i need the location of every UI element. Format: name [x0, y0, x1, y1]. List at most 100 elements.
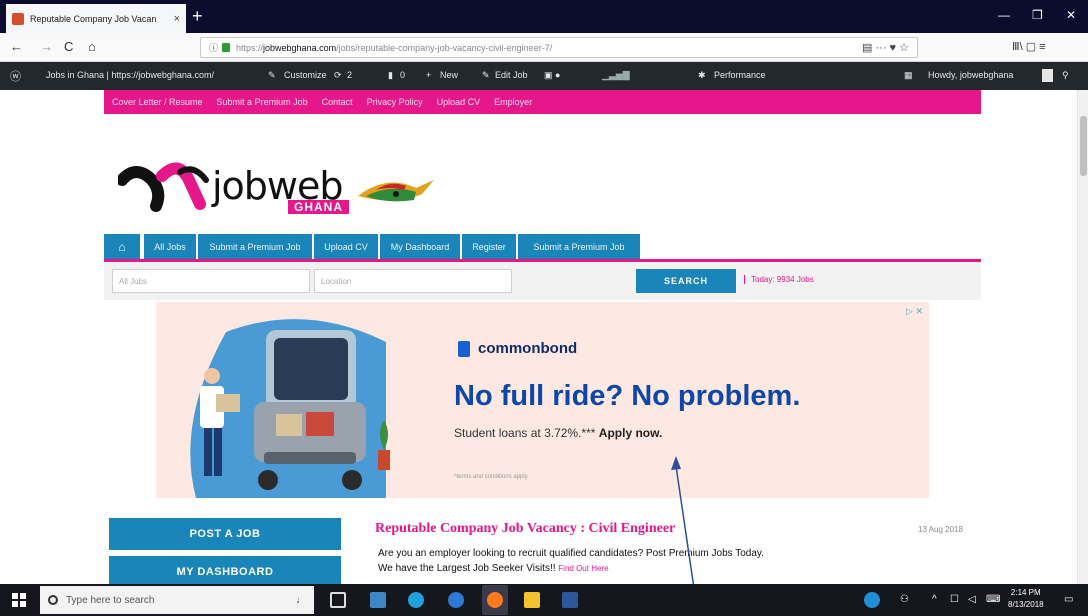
forward-icon[interactable]: → [40, 39, 53, 55]
network-icon[interactable]: ☐ [950, 594, 959, 605]
nav-register[interactable]: Register [462, 234, 516, 259]
screen: Reputable Company Job Vacan × + — ❐ ✕ ← … [0, 0, 1088, 616]
post-a-job-button[interactable]: POST A JOB [109, 518, 341, 550]
ad-apply-link[interactable]: Apply now. [599, 426, 663, 440]
back-icon[interactable]: ← [10, 39, 23, 55]
nav-submit-premium-2[interactable]: Submit a Premium Job [518, 234, 640, 259]
edge-icon[interactable] [408, 592, 424, 608]
task-view-icon[interactable] [330, 592, 346, 608]
nav-all-jobs[interactable]: All Jobs [144, 234, 196, 259]
windows-start-icon[interactable] [12, 593, 26, 607]
nav-submit-premium[interactable]: Submit a Premium Job [198, 234, 312, 259]
scrollbar-thumb[interactable] [1080, 116, 1087, 176]
info-icon[interactable]: ⓘ [209, 41, 218, 54]
favicon-icon [12, 12, 24, 25]
top-menu-contact[interactable]: Contact [322, 97, 353, 107]
top-menu-cover-letter[interactable]: Cover Letter / Resume [112, 97, 203, 107]
ad-subline: Student loans at 3.72%.*** Apply now. [454, 426, 662, 440]
wp-site-link[interactable]: Jobs in Ghana | https://jobwebghana.com/ [46, 70, 214, 80]
url-action-icons[interactable]: ▤ ··· ♥ ☆ [862, 41, 909, 54]
url-protocol: https:// [236, 42, 264, 53]
logo-ghana-tag: GHANA [288, 200, 349, 214]
nav-home[interactable]: ⌂ [104, 234, 140, 259]
volume-icon[interactable]: ◁ [968, 594, 976, 605]
people-icon[interactable]: ⚇ [900, 594, 909, 605]
close-window-icon[interactable]: ✕ [1066, 8, 1076, 22]
browser-navbar: ← → C ⌂ ⓘ https:// jobwebghana.com /jobs… [0, 33, 1088, 62]
top-menu-submit-premium[interactable]: Submit a Premium Job [217, 97, 308, 107]
browser-titlebar: Reputable Company Job Vacan × + — ❐ ✕ [0, 0, 1088, 33]
lock-icon [222, 43, 231, 52]
top-menu-upload-cv[interactable]: Upload CV [437, 97, 481, 107]
main-nav: ⌂ All Jobs Submit a Premium Job Upload C… [104, 234, 981, 262]
ad-rate-text: Student loans at 3.72%.*** [454, 426, 596, 440]
new-tab-icon[interactable]: + [192, 7, 203, 25]
nav-upload-cv[interactable]: Upload CV [314, 234, 378, 259]
ad-car-illustration [190, 319, 390, 498]
word-icon[interactable] [562, 592, 578, 608]
analytics-bars-icon[interactable]: ▁▃▅▇ [602, 70, 630, 81]
post-title[interactable]: Reputable Company Job Vacancy : Civil En… [375, 521, 675, 537]
post-intro-line-2: We have the Largest Job Seeker Visits!! … [378, 563, 609, 574]
tray-chevron-icon[interactable]: ^ [932, 594, 937, 605]
windows-taskbar: Type here to search ♩ ⚇ ^ ☐ ◁ ⌨ 2:14 PM … [0, 584, 1088, 616]
updates-icon: ⟳ [334, 70, 342, 80]
stats-icon[interactable]: ▣ ● [544, 70, 560, 81]
microphone-icon[interactable]: ♩ [296, 595, 306, 606]
ad-fine-print: *terms and conditions apply [454, 474, 528, 480]
location-input[interactable]: Location [314, 269, 512, 293]
wp-admin-bar: ⓦ Jobs in Ghana | https://jobwebghana.co… [0, 62, 1088, 90]
post-intro-line-1: Are you an employer looking to recruit q… [378, 548, 764, 559]
maximize-icon[interactable]: ❐ [1032, 8, 1043, 22]
wp-new[interactable]: New [440, 70, 458, 80]
plus-icon: + [426, 70, 432, 80]
top-menu-employer[interactable]: Employer [494, 97, 532, 107]
home-icon: ⌂ [118, 239, 126, 254]
post-intro-text: We have the Largest Job Seeker Visits!! [378, 563, 556, 574]
search-icon[interactable]: ⚲ [1062, 70, 1069, 81]
top-menu-privacy[interactable]: Privacy Policy [367, 97, 423, 107]
ad-brand-name: commonbond [478, 340, 578, 357]
reload-icon[interactable]: C [64, 39, 73, 55]
account-icon: ▦ [904, 70, 913, 80]
keywords-input[interactable]: All Jobs [112, 269, 310, 293]
brush-icon: ✎ [268, 70, 276, 80]
wordpress-icon[interactable]: ⓦ [10, 68, 21, 84]
gear-icon: ✱ [698, 70, 706, 80]
ad-choices-icon[interactable]: ▷ ✕ [906, 306, 923, 317]
logo-flag-bird-icon [358, 180, 434, 202]
language-icon[interactable]: ⌨ [986, 594, 1000, 605]
home-icon[interactable]: ⌂ [88, 39, 96, 55]
site-logo[interactable]: jobweb GHANA [118, 158, 438, 220]
find-out-here-link[interactable]: Find Out Here [558, 564, 608, 573]
tab-close-icon[interactable]: × [174, 13, 180, 25]
wp-howdy[interactable]: Howdy, jobwebghana [928, 70, 1013, 80]
file-explorer-icon[interactable] [524, 592, 540, 608]
store-icon[interactable] [370, 592, 386, 608]
ad-banner[interactable]: ▷ ✕ commonbond No full ride? No problem. [156, 302, 929, 498]
wp-customize[interactable]: Customize [284, 70, 327, 80]
nav-my-dashboard[interactable]: My Dashboard [380, 234, 460, 259]
page-scrollbar[interactable] [1077, 90, 1088, 584]
library-icons[interactable]: Ⅲ\ ▢ ≡ [1012, 39, 1046, 55]
avatar[interactable] [1042, 69, 1053, 82]
logo-swoosh-icon [118, 162, 209, 212]
tray-app-icon[interactable] [864, 592, 880, 608]
taskbar-search-placeholder: Type here to search [66, 594, 155, 606]
notifications-icon[interactable]: ▭ [1064, 594, 1073, 605]
firefox-icon[interactable] [487, 592, 503, 608]
wp-edit-job[interactable]: Edit Job [495, 70, 528, 80]
cortana-icon [48, 595, 58, 605]
comments-icon: ▮ [388, 70, 393, 80]
taskbar-search[interactable]: Type here to search ♩ [40, 586, 314, 614]
wp-updates-count[interactable]: 2 [347, 70, 352, 80]
browser-tab[interactable]: Reputable Company Job Vacan × [6, 4, 186, 33]
url-bar[interactable]: ⓘ https:// jobwebghana.com /jobs/reputab… [200, 37, 918, 58]
wp-performance[interactable]: Performance [714, 70, 766, 80]
taskbar-clock[interactable]: 2:14 PM 8/13/2018 [1008, 587, 1044, 611]
minimize-icon[interactable]: — [998, 8, 1010, 22]
wp-comments-count[interactable]: 0 [400, 70, 405, 80]
top-menu: Cover Letter / Resume Submit a Premium J… [104, 90, 981, 114]
search-button[interactable]: SEARCH [636, 269, 736, 293]
ie-icon[interactable] [448, 592, 464, 608]
